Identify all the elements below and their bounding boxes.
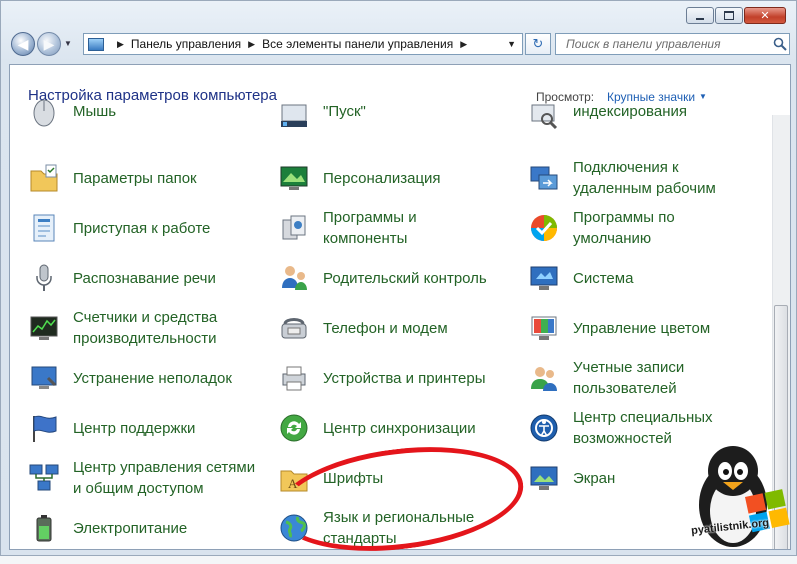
control-panel-item-label[interactable]: Программы по умолчанию [573,207,675,249]
chevron-right-icon[interactable]: ▶ [117,39,124,50]
microphone-icon [36,264,52,291]
control-panel-item[interactable]: Родительский контроль [278,257,518,299]
minimize-icon [696,17,704,20]
chevron-down-icon: ▼ [699,92,707,101]
back-arrow-icon: ◀ [17,35,29,52]
forward-button[interactable]: ▶ [37,32,61,56]
network-icon [29,464,59,491]
control-panel-item[interactable]: Программы по умолчанию [528,207,768,249]
personalization-icon [280,166,308,190]
control-panel-item-label[interactable]: Подключения к удаленным рабочим [573,157,716,199]
window-frame: ✕ ◀ ▶ ▼ ▶ Панель управления ▶ Все элемен… [0,0,797,564]
color-management-icon [531,316,557,340]
control-panel-item-label[interactable]: Распознавание речи [73,268,216,289]
control-panel-item[interactable]: Управление цветом [528,307,768,349]
control-panel-item-label[interactable]: индексирования [573,101,687,122]
control-panel-item[interactable]: Приступая к работе [28,207,268,249]
control-panel-item[interactable]: Телефон и модем [278,307,518,349]
navigation-bar: ◀ ▶ ▼ ▶ Панель управления ▶ Все элементы… [9,31,790,59]
chevron-right-icon[interactable]: ▶ [248,39,255,50]
control-panel-item-label[interactable]: Устранение неполадок [73,368,232,389]
performance-icon [30,316,58,340]
accessibility-icon [530,414,558,442]
control-panel-item-label[interactable]: Родительский контроль [323,268,487,289]
battery-icon [36,515,52,542]
taskbar-icon [281,104,307,127]
control-panel-item-label[interactable]: Центр управления сетями и общим доступом [73,457,255,499]
control-panel-item[interactable]: Персонализация [278,157,518,199]
action-center-flag-icon [33,415,57,442]
troubleshooting-icon [31,366,57,389]
penguin-logo [699,446,790,547]
mouse-icon [33,99,55,127]
history-dropdown-icon[interactable]: ▼ [64,39,72,48]
control-panel-item[interactable]: Центр поддержки [28,407,268,449]
breadcrumb-all-items[interactable]: Все элементы панели управления [262,37,453,51]
system-icon [530,266,558,290]
refresh-icon: ↻ [532,36,544,51]
sync-icon [280,414,308,442]
control-panel-item-label[interactable]: Программы и компоненты [323,207,417,249]
remote-desktop-icon [530,166,558,190]
control-panel-item-label[interactable]: Приступая к работе [73,218,210,239]
search-input[interactable] [556,36,771,52]
control-panel-item[interactable]: Мышь [28,99,268,149]
minimize-button[interactable] [686,7,714,24]
search-box[interactable] [555,33,790,55]
control-panel-item[interactable]: Центр управления сетями и общим доступом [28,457,268,499]
control-panel-item[interactable]: Счетчики и средства производительности [28,307,268,349]
control-panel-item-label[interactable]: Параметры папок [73,168,197,189]
address-bar[interactable]: ▶ Панель управления ▶ Все элементы панел… [83,33,523,55]
display-icon [530,466,558,490]
control-panel-item-label[interactable]: Мышь [73,101,116,122]
maximize-icon [724,11,734,20]
close-button[interactable]: ✕ [744,7,786,24]
control-panel-item[interactable]: Программы и компоненты [278,207,518,249]
control-panel-item[interactable]: Устройства и принтеры [278,357,518,399]
control-panel-item-label[interactable]: Управление цветом [573,318,710,339]
forward-arrow-icon: ▶ [43,35,55,52]
control-panel-item[interactable]: Центр синхронизации [278,407,518,449]
control-panel-item[interactable]: Устранение неполадок [28,357,268,399]
control-panel-item-label[interactable]: Центр поддержки [73,418,195,439]
control-panel-item-label[interactable]: Устройства и принтеры [323,368,485,389]
default-programs-icon [531,215,557,241]
control-panel-item[interactable]: Параметры папок [28,157,268,199]
printer-icon [282,366,306,391]
page-title: Настройка параметров компьютера [28,87,277,104]
control-panel-icon [88,37,104,51]
chevron-right-icon[interactable]: ▶ [460,39,467,50]
control-panel-item-label[interactable]: Центр синхронизации [323,418,476,439]
control-panel-item-label[interactable]: Система [573,268,633,289]
control-panel-item[interactable]: Электропитание [28,507,268,549]
control-panel-item-label[interactable]: Счетчики и средства производительности [73,307,217,349]
refresh-button[interactable]: ↻ [525,33,551,55]
programs-icon [282,215,306,240]
control-panel-item[interactable]: Система [528,257,768,299]
indexing-icon [531,104,558,130]
control-panel-item[interactable]: "Пуск" [278,103,518,149]
control-panel-item-label[interactable]: Телефон и модем [323,318,448,339]
parental-control-icon [282,266,307,290]
folder-options-icon [30,164,58,192]
close-icon: ✕ [760,10,770,22]
control-panel-item-label[interactable]: Экран [573,468,615,489]
back-button[interactable]: ◀ [11,32,35,56]
control-panel-item[interactable]: Распознавание речи [28,257,268,299]
address-dropdown-icon[interactable]: ▼ [507,39,516,49]
maximize-button[interactable] [715,7,743,24]
control-panel-item-label[interactable]: Учетные записи пользователей [573,357,684,399]
control-panel-item-label[interactable]: Электропитание [73,518,187,539]
control-panel-item[interactable]: индексирования [528,103,768,149]
control-panel-item[interactable]: Подключения к удаленным рабочим [528,157,768,199]
search-icon[interactable] [771,37,789,51]
control-panel-item-label[interactable]: Персонализация [323,168,441,189]
control-panel-item-label[interactable]: "Пуск" [323,101,366,122]
phone-modem-icon [281,318,307,339]
getting-started-icon [33,214,55,242]
control-panel-item[interactable]: Учетные записи пользователей [528,357,768,399]
caption-buttons: ✕ [686,7,786,24]
user-accounts-icon [531,367,557,391]
breadcrumb-control-panel[interactable]: Панель управления [131,37,241,51]
